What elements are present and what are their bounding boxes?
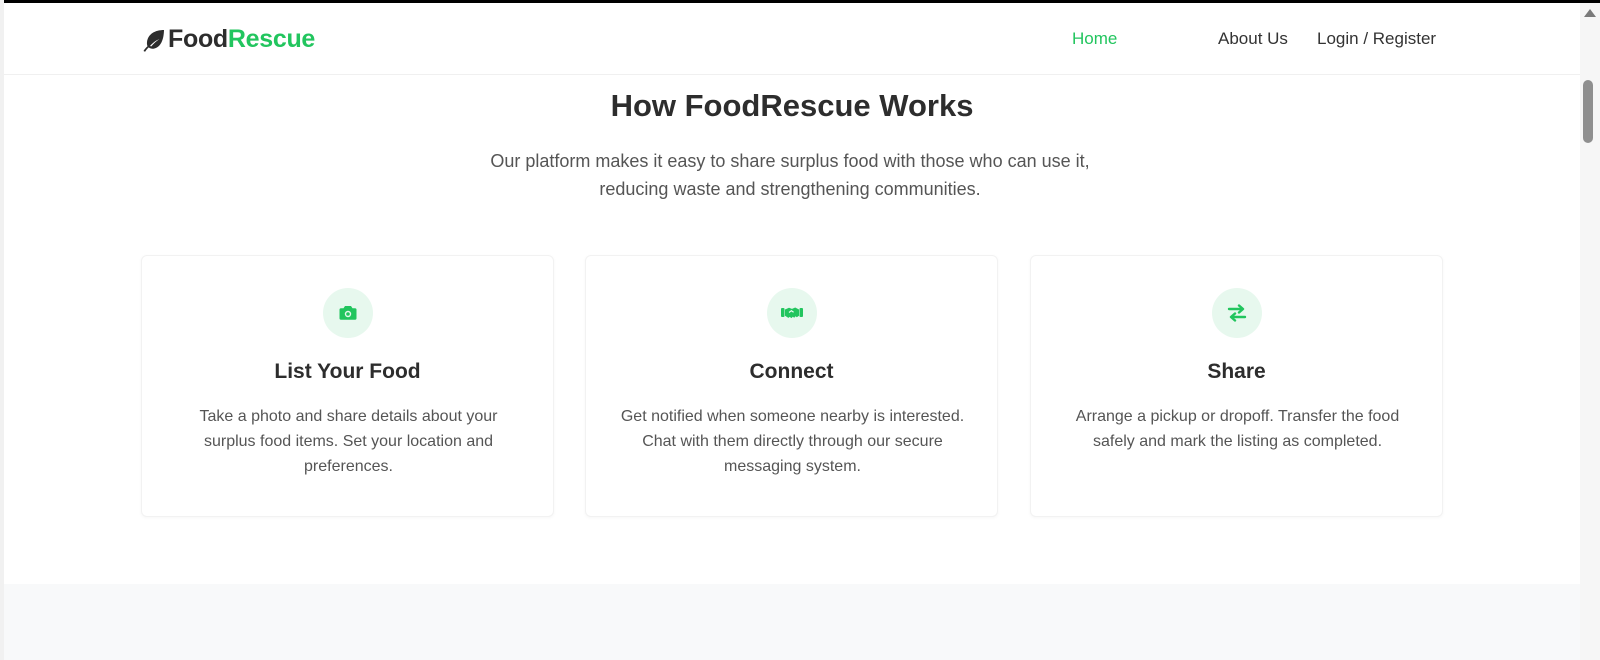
brand-logo[interactable]: Food Rescue bbox=[141, 25, 315, 54]
step-title: List Your Food bbox=[274, 360, 421, 383]
step-description: Get notified when someone nearby is inte… bbox=[620, 408, 965, 475]
next-section-background bbox=[4, 584, 1580, 660]
leaf-icon bbox=[143, 29, 164, 52]
step-description: Arrange a pickup or dropoff. Transfer th… bbox=[1075, 408, 1400, 450]
step-description: Take a photo and share details about you… bbox=[199, 408, 498, 475]
brand-name-rescue: Rescue bbox=[227, 25, 316, 53]
exchange-icon bbox=[1212, 288, 1262, 338]
brand-name-food: Food bbox=[168, 25, 228, 53]
scroll-up-arrow-icon[interactable] bbox=[1584, 9, 1596, 17]
section-subtitle: Our platform makes it easy to share surp… bbox=[490, 151, 1090, 199]
scrollbar-thumb[interactable] bbox=[1583, 80, 1593, 143]
step-card-connect: Connect Get notified when someone nearby… bbox=[585, 255, 998, 517]
step-card-share: Share Arrange a pickup or dropoff. Trans… bbox=[1030, 255, 1443, 517]
site-header: Food Rescue Home About Us Login / Registe… bbox=[4, 3, 1580, 75]
page-scrollbar[interactable] bbox=[1580, 3, 1600, 660]
step-title: Share bbox=[1207, 360, 1266, 383]
camera-icon bbox=[323, 288, 373, 338]
handshake-icon bbox=[767, 288, 817, 338]
section-title: How FoodRescue Works bbox=[610, 88, 974, 123]
step-title: Connect bbox=[749, 360, 834, 383]
nav-login-register-link[interactable]: Login / Register bbox=[1317, 29, 1436, 49]
step-card-list-food: List Your Food Take a photo and share de… bbox=[141, 255, 554, 517]
nav-about-link[interactable]: About Us bbox=[1218, 29, 1288, 49]
nav-home-link[interactable]: Home bbox=[1072, 29, 1117, 49]
